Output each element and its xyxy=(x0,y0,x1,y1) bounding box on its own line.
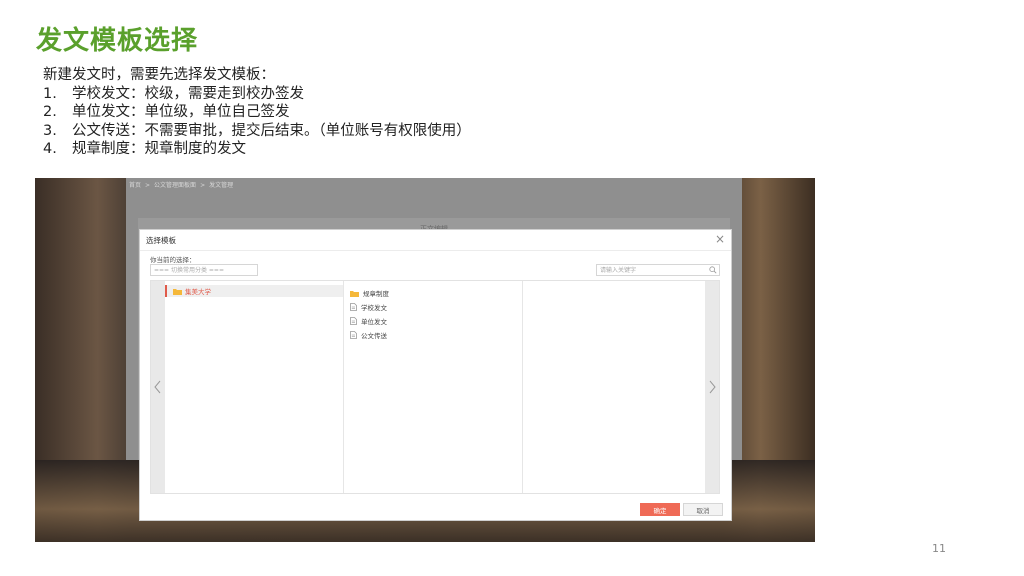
slide-title: 发文模板选择 xyxy=(36,26,199,56)
list-item: 4. 规章制度：规章制度的发文 xyxy=(43,140,471,159)
list-number: 2. xyxy=(43,104,57,120)
org-item-jimei[interactable]: 集美大学 xyxy=(165,285,343,297)
chevron-left-icon xyxy=(154,380,161,394)
search-placeholder: 请输入关键字 xyxy=(600,267,637,274)
breadcrumb-home[interactable]: 首页 xyxy=(129,182,141,189)
chevron-right-icon xyxy=(709,380,716,394)
close-icon[interactable]: × xyxy=(715,232,725,246)
document-icon xyxy=(350,303,357,311)
dialog-title: 选择模板 xyxy=(146,236,176,245)
organization-column: 集美大学 xyxy=(165,281,344,493)
breadcrumb-separator: > xyxy=(145,182,151,189)
template-label: 规章制度 xyxy=(363,290,389,298)
list-text: 公文传送：不需要审批，提交后结束。（单位账号有权限使用） xyxy=(72,122,471,139)
list-number: 4. xyxy=(43,141,57,157)
list-text: 学校发文：校级，需要走到校办签发 xyxy=(72,85,304,102)
list-text: 规章制度：规章制度的发文 xyxy=(72,141,246,157)
document-icon xyxy=(350,317,357,325)
category-select[interactable]: === 切换常用分类 === xyxy=(150,264,258,276)
folder-icon xyxy=(173,288,182,295)
confirm-button[interactable]: 确定 xyxy=(640,503,680,516)
current-selection-label: 你当前的选择： xyxy=(150,256,196,264)
list-number: 1. xyxy=(43,85,57,102)
template-label: 学校发文 xyxy=(361,304,387,312)
embedded-screenshot: 首页>公文管理面板面>发文管理 正文编辑 选择模板 × 你当前的选择： === … xyxy=(35,178,815,542)
template-item-transmit[interactable]: 公文传送 xyxy=(350,328,389,342)
breadcrumb-current: 发文管理 xyxy=(209,182,234,189)
breadcrumb-separator: > xyxy=(200,182,206,189)
breadcrumb: 首页 > 公文管理面板面 > 发文管理 xyxy=(129,180,237,189)
list-text: 单位发文：单位级，单位自己签发 xyxy=(72,104,290,120)
template-list: 规章制度 学校发文 单位发文 公文传送 xyxy=(350,286,389,342)
template-item-school[interactable]: 学校发文 xyxy=(350,300,389,314)
org-label: 集美大学 xyxy=(185,288,211,296)
dialog-header: 选择模板 × xyxy=(140,230,731,251)
scroll-left-button[interactable] xyxy=(151,281,165,493)
list-item: 1. 学校发文：校级，需要走到校办签发 xyxy=(43,85,471,104)
intro-block: 新建发文时，需要先选择发文模板： 1. 学校发文：校级，需要走到校办签发 2. 单位… xyxy=(43,66,471,159)
intro-line: 新建发文时，需要先选择发文模板： xyxy=(43,66,471,85)
template-item-unit[interactable]: 单位发文 xyxy=(350,314,389,328)
cancel-button[interactable]: 取消 xyxy=(683,503,723,516)
search-icon[interactable] xyxy=(709,266,717,274)
page-number: 11 xyxy=(932,542,946,555)
list-item: 3. 公文传送：不需要审批，提交后结束。（单位账号有权限使用） xyxy=(43,122,471,141)
select-template-dialog: 选择模板 × 你当前的选择： === 切换常用分类 === 请输入关键字 集美大… xyxy=(139,229,732,521)
template-label: 公文传送 xyxy=(361,332,387,340)
document-icon xyxy=(350,331,357,339)
list-number: 3. xyxy=(43,122,57,139)
template-label: 单位发文 xyxy=(361,318,387,326)
empty-column xyxy=(523,281,707,493)
template-column: 规章制度 学校发文 单位发文 公文传送 xyxy=(344,281,523,493)
folder-icon xyxy=(350,290,359,297)
intro-text: 新建发文时，需要先选择发文模板： xyxy=(43,67,275,83)
list-item: 2. 单位发文：单位级，单位自己签发 xyxy=(43,103,471,122)
template-item-regulations[interactable]: 规章制度 xyxy=(350,286,389,300)
search-input[interactable]: 请输入关键字 xyxy=(596,264,720,276)
scroll-right-button[interactable] xyxy=(705,281,719,493)
breadcrumb-panel[interactable]: 公文管理面板面 xyxy=(154,182,196,189)
template-browser: 集美大学 规章制度 学校发文 单位发文 公文传送 xyxy=(150,280,720,494)
